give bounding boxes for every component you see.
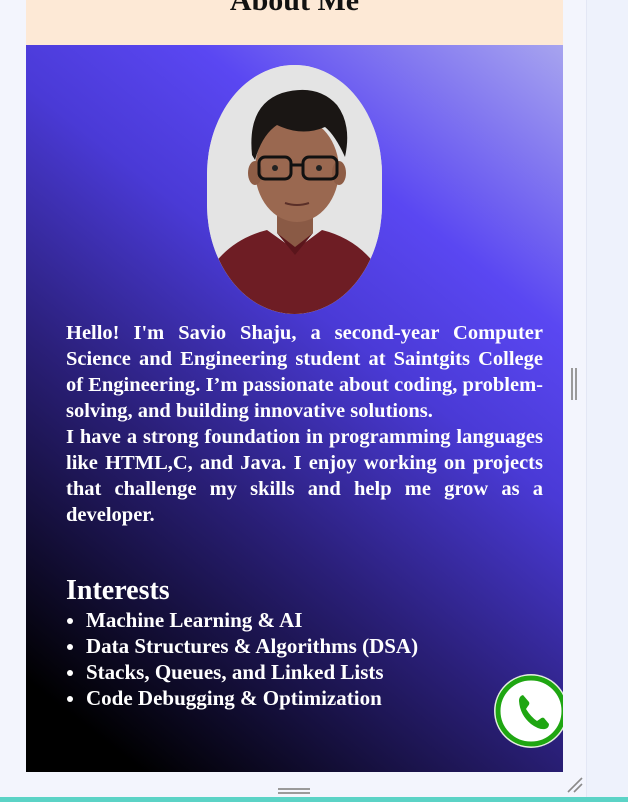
interests-heading: Interests xyxy=(66,575,170,606)
bio-text: Hello! I'm Savio Shaju, a second-year Co… xyxy=(66,320,543,528)
right-side-panel xyxy=(586,0,628,802)
interest-item: Machine Learning & AI xyxy=(86,607,418,633)
drag-handle-icon xyxy=(571,368,577,400)
whatsapp-phone-icon xyxy=(495,675,563,747)
resize-grip-icon xyxy=(567,777,583,793)
corner-resize-grip[interactable] xyxy=(566,776,584,794)
bottom-resize-handle[interactable] xyxy=(278,782,310,794)
interest-item: Code Debugging & Optimization xyxy=(86,685,418,711)
interest-item: Data Structures & Algorithms (DSA) xyxy=(86,633,418,659)
side-resize-handle[interactable] xyxy=(570,366,578,402)
page-frame: About Me Hello! I'm Savio Shaju, a secon… xyxy=(26,0,563,772)
profile-photo-illustration xyxy=(207,65,382,314)
interest-item: Stacks, Queues, and Linked Lists xyxy=(86,659,418,685)
whatsapp-button[interactable] xyxy=(495,675,563,747)
bottom-accent-bar xyxy=(0,797,628,802)
bio-paragraph-2: I have a strong foundation in programmin… xyxy=(66,426,543,526)
drag-handle-icon xyxy=(278,788,310,794)
section-title: About Me xyxy=(229,0,360,17)
about-section: Hello! I'm Savio Shaju, a second-year Co… xyxy=(26,45,563,772)
profile-photo xyxy=(207,65,382,314)
bio-paragraph-1: Hello! I'm Savio Shaju, a second-year Co… xyxy=(66,322,543,422)
interests-list: Machine Learning & AI Data Structures & … xyxy=(66,607,418,711)
section-header: About Me xyxy=(26,0,563,45)
